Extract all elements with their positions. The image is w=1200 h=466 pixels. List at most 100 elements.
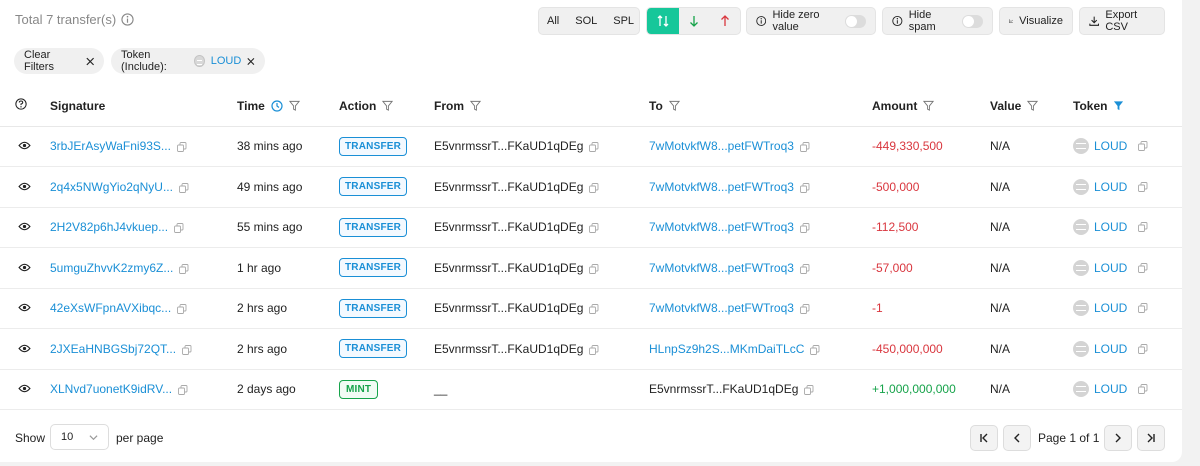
column-token: Token bbox=[1073, 86, 1182, 127]
eye-icon[interactable] bbox=[18, 222, 31, 231]
token-link[interactable]: LOUD bbox=[1094, 139, 1127, 153]
token-link[interactable]: LOUD bbox=[1094, 382, 1127, 396]
token-link[interactable]: LOUD bbox=[1094, 261, 1127, 275]
clock-icon[interactable] bbox=[271, 100, 283, 112]
to-address[interactable]: 7wMotvkfW8...petFWTroq3 bbox=[649, 139, 794, 153]
token-link[interactable]: LOUD bbox=[1094, 180, 1127, 194]
view-cell[interactable] bbox=[0, 247, 50, 289]
copy-icon[interactable] bbox=[1138, 141, 1148, 152]
from-address[interactable]: E5vnrmssrT...FKaUD1qDEg bbox=[434, 220, 583, 234]
signature-link[interactable]: 2H2V82p6hJ4vkuep... bbox=[50, 220, 168, 234]
eye-icon[interactable] bbox=[18, 182, 31, 191]
eye-icon[interactable] bbox=[18, 384, 31, 393]
view-cell[interactable] bbox=[0, 207, 50, 248]
copy-icon[interactable] bbox=[1138, 303, 1148, 314]
copy-icon[interactable] bbox=[804, 385, 814, 396]
to-address[interactable]: 7wMotvkfW8...petFWTroq3 bbox=[649, 220, 794, 234]
copy-icon[interactable] bbox=[176, 142, 187, 153]
from-address[interactable]: E5vnrmssrT...FKaUD1qDEg bbox=[434, 139, 583, 153]
token-link[interactable]: LOUD bbox=[1094, 301, 1127, 315]
direction-out-button[interactable] bbox=[710, 8, 740, 34]
copy-icon[interactable] bbox=[799, 182, 810, 193]
copy-icon[interactable] bbox=[1138, 343, 1148, 354]
signature-link[interactable]: 5umguZhvvK2zmy6Z... bbox=[50, 261, 173, 275]
to-address[interactable]: HLnpSz9h2S...MKmDaiTLcC bbox=[649, 342, 804, 356]
signature-link[interactable]: 42eXsWFpnAVXibqc... bbox=[50, 301, 171, 315]
last-page-button[interactable] bbox=[1137, 425, 1165, 451]
copy-icon[interactable] bbox=[1138, 181, 1148, 192]
copy-icon[interactable] bbox=[589, 304, 599, 315]
copy-icon[interactable] bbox=[1138, 222, 1148, 233]
copy-icon[interactable] bbox=[177, 304, 187, 315]
close-icon[interactable] bbox=[85, 57, 94, 66]
copy-icon[interactable] bbox=[1138, 262, 1148, 273]
view-cell[interactable] bbox=[0, 369, 50, 410]
to-address[interactable]: 7wMotvkfW8...petFWTroq3 bbox=[649, 180, 794, 194]
view-cell[interactable] bbox=[0, 126, 50, 167]
copy-icon[interactable] bbox=[589, 223, 599, 234]
to-address[interactable]: E5vnrmssrT...FKaUD1qDEg bbox=[649, 382, 798, 396]
hide-spam-switch[interactable] bbox=[961, 14, 983, 28]
token-filter-chip[interactable]: Token (Include): LOUD bbox=[111, 48, 265, 74]
token-link[interactable]: LOUD bbox=[1094, 342, 1127, 356]
token-link[interactable]: LOUD bbox=[1094, 220, 1127, 234]
copy-icon[interactable] bbox=[179, 263, 189, 274]
copy-icon[interactable] bbox=[174, 223, 184, 234]
help-icon[interactable] bbox=[15, 98, 27, 110]
filter-icon[interactable] bbox=[668, 100, 680, 112]
next-page-button[interactable] bbox=[1104, 425, 1132, 451]
copy-icon[interactable] bbox=[799, 223, 810, 234]
to-address[interactable]: 7wMotvkfW8...petFWTroq3 bbox=[649, 261, 794, 275]
filter-all-button[interactable]: All bbox=[539, 8, 567, 34]
eye-icon[interactable] bbox=[18, 303, 31, 312]
view-cell[interactable] bbox=[0, 328, 50, 370]
from-address[interactable]: E5vnrmssrT...FKaUD1qDEg bbox=[434, 342, 583, 356]
filter-icon[interactable] bbox=[923, 100, 935, 112]
filter-icon[interactable] bbox=[1027, 100, 1039, 112]
eye-icon[interactable] bbox=[18, 141, 31, 150]
signature-link[interactable]: 2q4x5NWgYio2qNyU... bbox=[50, 180, 173, 194]
from-address[interactable]: E5vnrmssrT...FKaUD1qDEg bbox=[434, 301, 583, 315]
copy-icon[interactable] bbox=[1138, 384, 1148, 395]
copy-icon[interactable] bbox=[589, 182, 599, 193]
copy-icon[interactable] bbox=[799, 142, 810, 153]
from-address[interactable]: E5vnrmssrT...FKaUD1qDEg bbox=[434, 261, 583, 275]
copy-icon[interactable] bbox=[179, 182, 189, 193]
copy-icon[interactable] bbox=[810, 344, 820, 355]
copy-icon[interactable] bbox=[799, 263, 810, 274]
visualize-button[interactable]: Visualize bbox=[999, 7, 1073, 35]
copy-icon[interactable] bbox=[182, 344, 192, 355]
info-icon[interactable] bbox=[121, 13, 134, 26]
copy-icon[interactable] bbox=[589, 344, 599, 355]
hide-zero-switch[interactable] bbox=[845, 14, 866, 28]
copy-icon[interactable] bbox=[589, 263, 599, 274]
signature-link[interactable]: 3rbJErAsyWaFni93S... bbox=[50, 139, 171, 153]
to-address[interactable]: 7wMotvkfW8...petFWTroq3 bbox=[649, 301, 794, 315]
copy-icon[interactable] bbox=[178, 385, 188, 396]
copy-icon[interactable] bbox=[589, 142, 599, 153]
signature-link[interactable]: XLNvd7uonetK9idRV... bbox=[50, 382, 172, 396]
filter-sol-button[interactable]: SOL bbox=[567, 8, 605, 34]
eye-icon[interactable] bbox=[18, 344, 31, 353]
close-icon[interactable] bbox=[247, 57, 255, 66]
view-cell[interactable] bbox=[0, 166, 50, 208]
view-cell[interactable] bbox=[0, 288, 50, 329]
filter-icon[interactable] bbox=[470, 100, 481, 112]
filter-icon[interactable] bbox=[382, 100, 394, 112]
from-address[interactable]: E5vnrmssrT...FKaUD1qDEg bbox=[434, 180, 583, 194]
filter-spl-button[interactable]: SPL bbox=[605, 8, 642, 34]
hide-spam-toggle[interactable]: Hide spam bbox=[882, 7, 993, 35]
direction-in-button[interactable] bbox=[679, 8, 709, 34]
filter-icon[interactable] bbox=[288, 100, 300, 112]
per-page-select[interactable]: 10 bbox=[50, 424, 109, 450]
clear-filters-chip[interactable]: Clear Filters bbox=[14, 48, 104, 74]
copy-icon[interactable] bbox=[799, 304, 810, 315]
first-page-button[interactable] bbox=[970, 425, 998, 451]
direction-both-button[interactable] bbox=[647, 8, 680, 34]
filter-active-icon[interactable] bbox=[1113, 100, 1124, 111]
prev-page-button[interactable] bbox=[1003, 425, 1031, 451]
hide-zero-toggle[interactable]: Hide zero value bbox=[746, 7, 876, 35]
signature-link[interactable]: 2JXEaHNBGSbj72QT... bbox=[50, 342, 176, 356]
export-csv-button[interactable]: Export CSV bbox=[1079, 7, 1165, 35]
eye-icon[interactable] bbox=[18, 263, 31, 272]
